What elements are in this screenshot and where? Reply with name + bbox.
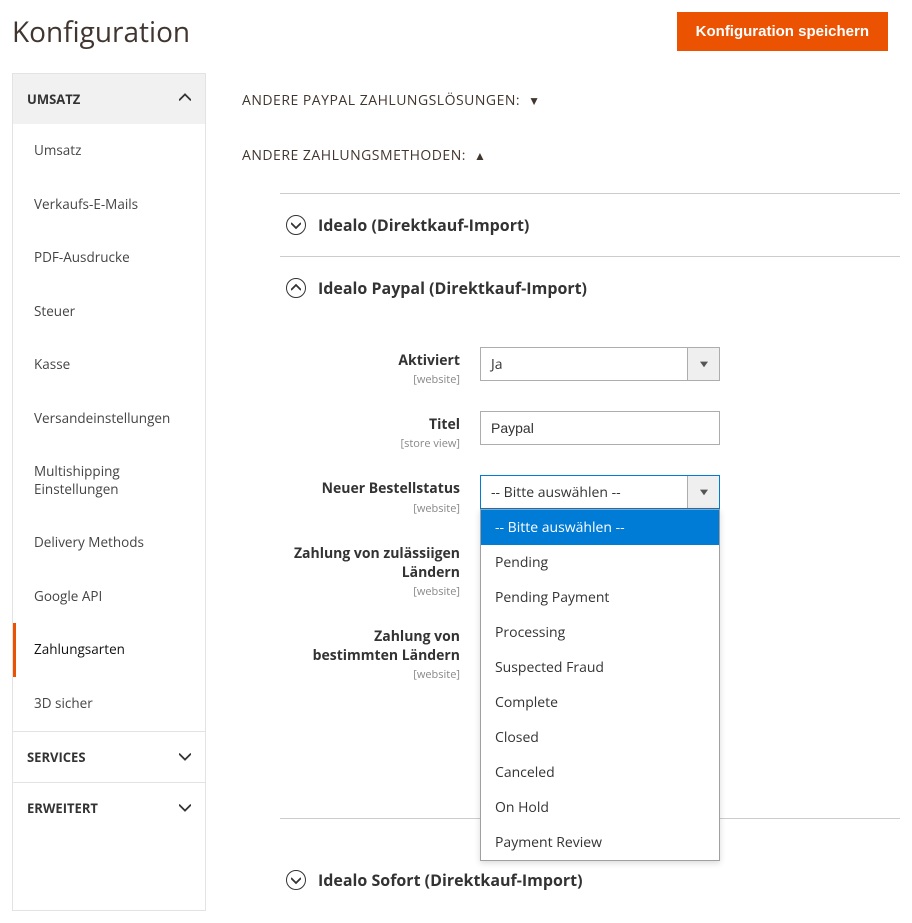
sidebar-item-steuer[interactable]: Steuer	[13, 285, 205, 339]
sidebar-item-multishipping[interactable]: Multishipping Einstellungen	[13, 445, 205, 516]
chevron-up-icon	[179, 90, 191, 108]
sidebar-group-label: SERVICES	[27, 748, 86, 766]
chevron-down-icon	[179, 799, 191, 817]
page-title: Konfiguration	[12, 13, 190, 51]
sidebar-item-umsatz[interactable]: Umsatz	[13, 124, 205, 178]
field-titel: Titel [store view]	[290, 411, 890, 451]
dropdown-option[interactable]: On Hold	[481, 790, 719, 825]
label-aktiviert: Aktiviert	[398, 351, 460, 370]
sidebar-item-google-api[interactable]: Google API	[13, 570, 205, 624]
scope-aktiviert: [website]	[290, 372, 460, 387]
triangle-down-icon: ▼	[528, 92, 540, 109]
scope-bestellstatus: [website]	[290, 501, 460, 516]
input-titel[interactable]	[480, 411, 720, 445]
chevron-down-icon	[179, 748, 191, 766]
sidebar-group-erweitert[interactable]: ERWEITERT	[13, 782, 205, 833]
collapse-icon	[286, 215, 306, 235]
dropdown-option[interactable]: Processing	[481, 615, 719, 650]
accordion-idealo-paypal[interactable]: Idealo Paypal (Direktkauf-Import)	[280, 257, 900, 319]
sidebar-group-label: UMSATZ	[27, 90, 80, 108]
scope-titel: [store view]	[290, 436, 460, 451]
dropdown-arrow-icon	[687, 348, 719, 380]
sidebar-group-label: ERWEITERT	[27, 799, 98, 817]
label-titel: Titel	[429, 415, 460, 434]
accordion-idealo[interactable]: Idealo (Direktkauf-Import)	[280, 193, 900, 257]
sidebar-item-3d-sicher[interactable]: 3D sicher	[13, 677, 205, 731]
form-idealo-paypal: Aktiviert [website] Ja Tit	[280, 319, 900, 819]
select-aktiviert[interactable]: Ja	[480, 347, 720, 381]
sidebar-group-services[interactable]: SERVICES	[13, 731, 205, 782]
triangle-up-icon: ▲	[474, 147, 486, 164]
accordion-title: Idealo Sofort (Direktkauf-Import)	[318, 869, 583, 891]
collapse-icon	[286, 870, 306, 890]
dropdown-option[interactable]: Complete	[481, 685, 719, 720]
dropdown-option[interactable]: Pending	[481, 545, 719, 580]
dropdown-arrow-icon	[687, 476, 719, 508]
sidebar-group-umsatz[interactable]: UMSATZ	[13, 74, 205, 124]
select-value: -- Bitte auswählen --	[491, 483, 621, 502]
dropdown-bestellstatus: -- Bitte auswählen -- Pending Pending Pa…	[480, 509, 720, 861]
expand-icon	[286, 278, 306, 298]
dropdown-option[interactable]: Canceled	[481, 755, 719, 790]
dropdown-option[interactable]: Payment Review	[481, 825, 719, 860]
sidebar-item-verkaufs-emails[interactable]: Verkaufs-E-Mails	[13, 178, 205, 232]
scope-bestimmte: [website]	[290, 667, 460, 682]
sidebar: UMSATZ Umsatz Verkaufs-E-Mails PDF-Ausdr…	[12, 73, 206, 911]
section-paypal-solutions[interactable]: ANDERE PAYPAL ZAHLUNGSLÖSUNGEN: ▼	[242, 73, 900, 128]
dropdown-option[interactable]: Suspected Fraud	[481, 650, 719, 685]
sidebar-item-kasse[interactable]: Kasse	[13, 338, 205, 392]
sidebar-item-pdf-ausdrucke[interactable]: PDF-Ausdrucke	[13, 231, 205, 285]
sidebar-item-versandeinstellungen[interactable]: Versandeinstellungen	[13, 392, 205, 446]
page-header: Konfiguration Konfiguration speichern	[0, 0, 912, 63]
sidebar-item-zahlungsarten[interactable]: Zahlungsarten	[13, 623, 205, 677]
section-other-methods[interactable]: ANDERE ZAHLUNGSMETHODEN: ▲	[242, 128, 900, 183]
save-config-button[interactable]: Konfiguration speichern	[677, 12, 888, 51]
dropdown-option[interactable]: Pending Payment	[481, 580, 719, 615]
field-bestellstatus: Neuer Bestellstatus [website] -- Bitte a…	[290, 475, 890, 515]
field-aktiviert: Aktiviert [website] Ja	[290, 347, 890, 387]
label-zulaessige: Zahlung von zulässiigen Ländern	[294, 544, 460, 582]
dropdown-option[interactable]: Closed	[481, 720, 719, 755]
dropdown-option[interactable]: -- Bitte auswählen --	[481, 510, 719, 545]
accordion-title: Idealo Paypal (Direktkauf-Import)	[318, 277, 587, 299]
main-content: ANDERE PAYPAL ZAHLUNGSLÖSUNGEN: ▼ ANDERE…	[206, 73, 900, 911]
label-bestimmte: Zahlung von bestimmten Ländern	[313, 627, 460, 665]
section-label: ANDERE ZAHLUNGSMETHODEN:	[242, 146, 466, 165]
scope-zulaessige: [website]	[290, 584, 460, 599]
accordion-title: Idealo (Direktkauf-Import)	[318, 214, 529, 236]
select-value: Ja	[491, 355, 503, 374]
select-bestellstatus[interactable]: -- Bitte auswählen --	[480, 475, 720, 509]
label-bestellstatus: Neuer Bestellstatus	[322, 479, 460, 498]
sidebar-items: Umsatz Verkaufs-E-Mails PDF-Ausdrucke St…	[13, 124, 205, 731]
section-label: ANDERE PAYPAL ZAHLUNGSLÖSUNGEN:	[242, 91, 520, 110]
sidebar-item-delivery-methods[interactable]: Delivery Methods	[13, 516, 205, 570]
